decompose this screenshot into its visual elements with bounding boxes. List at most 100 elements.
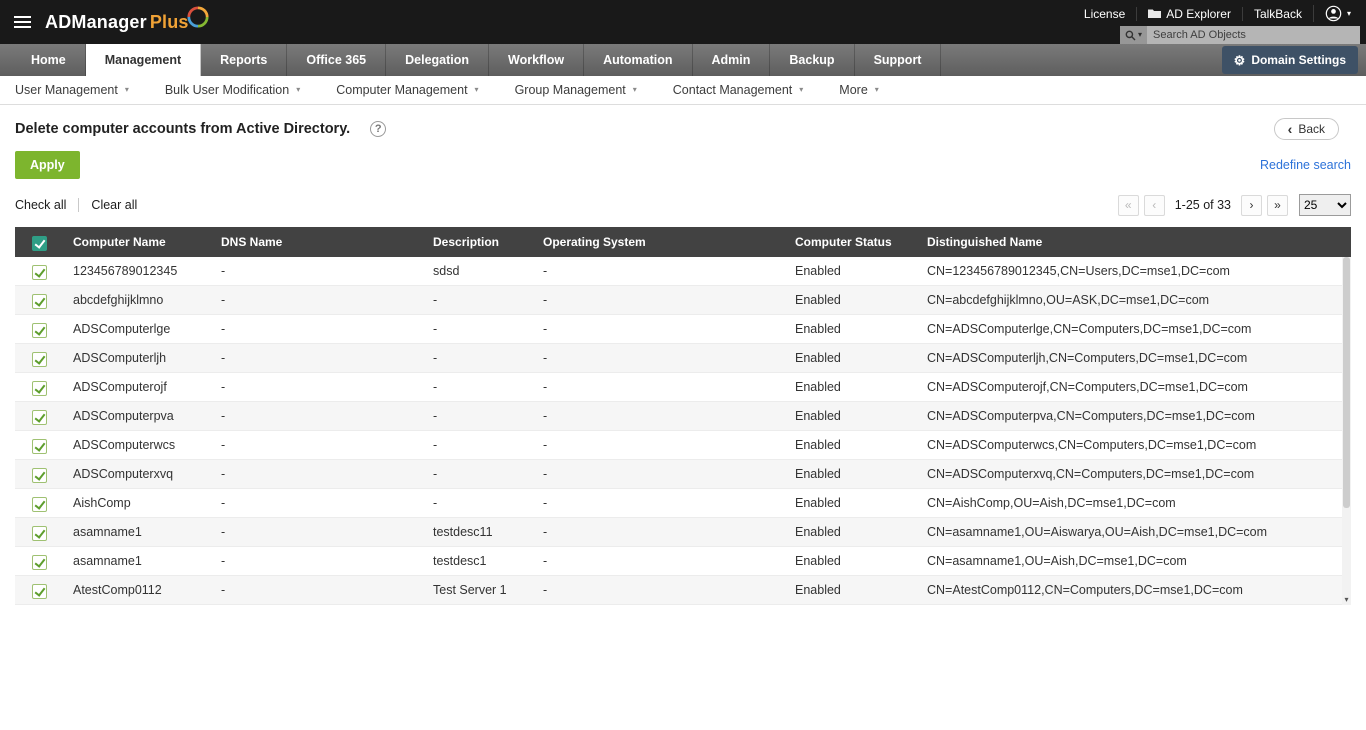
chevron-down-icon: ▾ (1346, 8, 1351, 18)
nav-tab[interactable]: Support (855, 44, 942, 76)
subnav-item[interactable]: Contact Management ▾ (673, 83, 804, 97)
select-all-checkbox[interactable] (31, 235, 47, 251)
chevron-down-icon: ▾ (296, 85, 301, 94)
top-links: License AD Explorer TalkBack ▾ (1073, 3, 1362, 24)
clear-all-link[interactable]: Clear all (91, 198, 137, 212)
user-icon (1325, 5, 1342, 22)
talkback-link[interactable]: TalkBack (1241, 6, 1313, 21)
next-page-button[interactable]: › (1241, 194, 1262, 216)
cell-dns-name: - (211, 343, 423, 373)
table-row[interactable]: ADSComputerwcs - - - Enabled CN=ADSCompu… (15, 430, 1351, 460)
row-checkbox[interactable] (31, 380, 47, 396)
col-computer-status: Computer Status (785, 227, 917, 257)
row-checkbox[interactable] (31, 467, 47, 483)
row-checkbox[interactable] (31, 293, 47, 309)
table-row[interactable]: AtestComp0112 - Test Server 1 - Enabled … (15, 575, 1351, 605)
ad-explorer-link[interactable]: AD Explorer (1136, 6, 1242, 21)
cell-computer-status: Enabled (785, 459, 917, 489)
nav-tab[interactable]: Home (12, 44, 86, 76)
controls-row: Check all Clear all « ‹ 1-25 of 33 › » 2… (0, 191, 1366, 219)
nav-tab[interactable]: Admin (693, 44, 771, 76)
logo-text: ADManager (45, 11, 147, 32)
table-row[interactable]: 123456789012345 - sdsd - Enabled CN=1234… (15, 257, 1351, 286)
cell-dns-name: - (211, 517, 423, 547)
subnav-item[interactable]: Group Management ▾ (515, 83, 637, 97)
cell-operating-system: - (533, 575, 785, 605)
cell-dns-name: - (211, 488, 423, 518)
nav-tab[interactable]: Reports (201, 44, 288, 76)
cell-computer-status: Enabled (785, 546, 917, 576)
subnav-item-label: Contact Management (672, 83, 793, 97)
back-button[interactable]: ‹ Back (1273, 118, 1339, 140)
scrollbar-thumb[interactable] (1343, 257, 1350, 508)
row-checkbox[interactable] (31, 554, 47, 570)
nav-tab[interactable]: Office 365 (287, 44, 387, 76)
row-checkbox[interactable] (31, 409, 47, 425)
redefine-search-link[interactable]: Redefine search (1260, 158, 1351, 172)
subnav-item[interactable]: More ▾ (839, 83, 879, 97)
cell-computer-status: Enabled (785, 401, 917, 431)
page-size-select[interactable]: 25 (1299, 194, 1351, 216)
ad-explorer-label: AD Explorer (1166, 6, 1231, 21)
domain-settings-button[interactable]: ⚙ Domain Settings (1221, 46, 1358, 74)
row-checkbox[interactable] (31, 438, 47, 454)
user-menu-button[interactable]: ▾ (1312, 5, 1362, 22)
scroll-down-arrow[interactable]: ▾ (1342, 593, 1351, 605)
search-scope-button[interactable]: ▾ (1120, 26, 1147, 44)
subnav-item[interactable]: User Management ▾ (15, 83, 129, 97)
nav-tab[interactable]: Backup (770, 44, 855, 76)
cell-computer-status: Enabled (785, 343, 917, 373)
subnav-item[interactable]: Computer Management ▾ (336, 83, 478, 97)
table-row[interactable]: ADSComputerljh - - - Enabled CN=ADSCompu… (15, 343, 1351, 373)
first-page-button[interactable]: « (1117, 194, 1139, 216)
nav-tab[interactable]: Automation (584, 44, 693, 76)
cell-description: - (423, 430, 533, 460)
cell-operating-system: - (533, 517, 785, 547)
check-all-link[interactable]: Check all (15, 198, 66, 212)
apply-button[interactable]: Apply (15, 151, 80, 179)
prev-page-button[interactable]: ‹ (1143, 194, 1165, 216)
cell-description: - (423, 372, 533, 402)
cell-distinguished-name: CN=abcdefghijklmno,OU=ASK,DC=mse1,DC=com (917, 285, 1351, 315)
row-checkbox[interactable] (31, 322, 47, 338)
table-row[interactable]: asamname1 - testdesc11 - Enabled CN=asam… (15, 517, 1351, 547)
cell-description: - (423, 488, 533, 518)
nav-tab-label: Home (31, 53, 66, 67)
license-link[interactable]: License (1073, 7, 1136, 21)
cell-description: testdesc1 (423, 546, 533, 576)
row-checkbox[interactable] (31, 525, 47, 541)
table-row[interactable]: AishComp - - - Enabled CN=AishComp,OU=Ai… (15, 488, 1351, 518)
subnav-item-label: User Management (15, 83, 118, 97)
help-icon[interactable]: ? (370, 121, 387, 137)
table-row[interactable]: abcdefghijklmno - - - Enabled CN=abcdefg… (15, 285, 1351, 315)
topbar-right: License AD Explorer TalkBack ▾ ▾ Search … (1073, 0, 1366, 44)
nav-tab[interactable]: Delegation (386, 44, 490, 76)
table-row[interactable]: ADSComputerpva - - - Enabled CN=ADSCompu… (15, 401, 1351, 431)
table-scrollbar[interactable]: ▾ (1342, 257, 1351, 605)
chevron-left-icon: ‹ (1287, 121, 1293, 137)
nav-tab[interactable]: Workflow (489, 44, 585, 76)
table-row[interactable]: ADSComputerojf - - - Enabled CN=ADSCompu… (15, 372, 1351, 402)
nav-tab[interactable]: Management (85, 44, 202, 76)
table-row[interactable]: ADSComputerlge - - - Enabled CN=ADSCompu… (15, 314, 1351, 344)
cell-operating-system: - (533, 257, 785, 286)
row-checkbox[interactable] (31, 351, 47, 367)
last-page-button[interactable]: » (1267, 194, 1288, 216)
row-checkbox[interactable] (31, 583, 47, 599)
menu-icon[interactable] (0, 16, 45, 28)
subnav-item-label: Group Management (514, 83, 626, 97)
row-checkbox[interactable] (31, 496, 47, 512)
row-checkbox[interactable] (31, 264, 47, 280)
cell-description: - (423, 401, 533, 431)
cell-description: - (423, 343, 533, 373)
table-row[interactable]: asamname1 - testdesc1 - Enabled CN=asamn… (15, 546, 1351, 576)
main-nav: Home Management Reports Office 365 Deleg… (0, 44, 1366, 76)
app-logo: ADManager Plus (45, 6, 209, 33)
cell-distinguished-name: CN=ADSComputerxvq,CN=Computers,DC=mse1,D… (917, 459, 1351, 489)
cell-computer-name: AtestComp0112 (63, 575, 211, 605)
table-row[interactable]: ADSComputerxvq - - - Enabled CN=ADSCompu… (15, 459, 1351, 489)
cell-operating-system: - (533, 343, 785, 373)
subnav-item[interactable]: Bulk User Modification ▾ (165, 83, 300, 97)
cell-computer-name: ADSComputerpva (63, 401, 211, 431)
search-input[interactable] (1147, 29, 1360, 41)
